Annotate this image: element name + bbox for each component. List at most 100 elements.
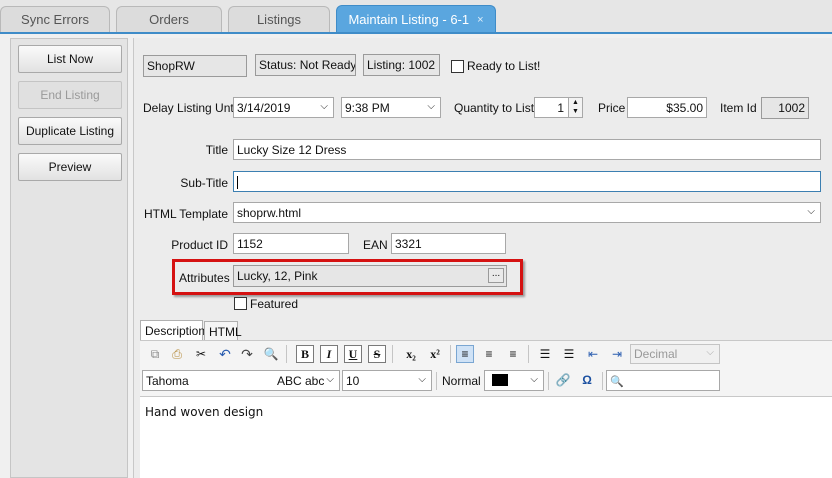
chevron-down-icon: ⌵ xyxy=(320,101,328,112)
tab-listings[interactable]: Listings xyxy=(228,6,330,32)
text-cursor xyxy=(237,176,238,190)
title-label: Title xyxy=(205,143,228,157)
outdent-icon[interactable]: ⇤ xyxy=(584,345,602,363)
description-text: Hand woven design xyxy=(145,405,264,419)
font-family-value: Tahoma xyxy=(146,374,189,388)
editor-toolbar: ⧉ ⎙ ✂ ↶ ↷ 🔍 B I U S x₂ x² ≡ ≡ ≡ ☰ ☰ ⇤ ⇥ … xyxy=(140,340,832,396)
subtitle-input[interactable] xyxy=(233,171,821,192)
italic-icon[interactable]: I xyxy=(320,345,338,363)
description-editor[interactable]: Hand woven design xyxy=(140,396,832,478)
delay-date-value: 3/14/2019 xyxy=(237,101,291,115)
tab-html[interactable]: HTML xyxy=(204,321,242,341)
numbered-list-icon[interactable]: ☰ xyxy=(560,345,578,363)
copy-icon[interactable]: ⧉ xyxy=(146,345,164,363)
tab-maintain-listing[interactable]: Maintain Listing - 6-1 × xyxy=(336,5,496,33)
tab-label: Maintain Listing - 6-1 xyxy=(348,12,470,27)
spin-down-icon[interactable]: ▼ xyxy=(569,107,582,116)
toolbar-separator xyxy=(548,372,549,390)
chevron-down-icon: ⌵ xyxy=(530,374,538,385)
end-listing-button: End Listing xyxy=(18,81,122,109)
search-icon: 🔍 xyxy=(610,376,624,388)
ready-to-list-checkbox[interactable] xyxy=(451,60,464,73)
paste-icon[interactable]: ⎙ xyxy=(168,345,186,363)
ready-to-list-label: Ready to List! xyxy=(467,59,541,73)
attributes-edit-button[interactable]: ... xyxy=(488,268,504,283)
ean-input[interactable]: 3321 xyxy=(391,233,506,254)
tab-bar: Sync Errors Orders Listings Maintain Lis… xyxy=(0,0,832,34)
subtitle-label: Sub-Title xyxy=(180,176,228,190)
title-input[interactable]: Lucky Size 12 Dress xyxy=(233,139,821,160)
toolbar-separator xyxy=(286,345,287,363)
underline-icon[interactable]: U xyxy=(344,345,362,363)
find-icon[interactable]: 🔍 xyxy=(262,345,280,363)
toolbar-separator xyxy=(450,345,451,363)
tab-description[interactable]: Description xyxy=(140,320,205,340)
delay-date-picker[interactable]: 3/14/2019 ⌵ xyxy=(233,97,334,118)
close-tab-icon[interactable]: × xyxy=(477,14,483,26)
search-input[interactable]: 🔍 xyxy=(606,370,720,391)
quantity-spinner[interactable]: ▲ ▼ xyxy=(568,98,582,117)
attributes-field[interactable]: Lucky, 12, Pink ... xyxy=(233,265,507,287)
featured-label: Featured xyxy=(250,297,299,311)
cut-icon[interactable]: ✂ xyxy=(192,345,210,363)
html-template-label: HTML Template xyxy=(143,207,228,221)
subscript-icon[interactable]: x₂ xyxy=(402,345,420,363)
price-input[interactable]: $35.00 xyxy=(627,97,707,118)
font-preview: ABC abc xyxy=(277,374,325,388)
quantity-stepper[interactable]: 1 ▲ ▼ xyxy=(534,97,583,118)
chevron-down-icon: ⌵ xyxy=(807,206,815,217)
color-swatch xyxy=(492,374,508,386)
font-size-select[interactable]: 10 ⌵ xyxy=(342,370,432,391)
text-color-picker[interactable]: ⌵ xyxy=(484,370,544,391)
toolbar-separator xyxy=(392,345,393,363)
list-now-button[interactable]: List Now xyxy=(18,45,122,73)
tab-underline xyxy=(0,32,832,34)
featured-checkbox[interactable] xyxy=(234,297,247,310)
delay-time-picker[interactable]: 9:38 PM ⌵ xyxy=(341,97,441,118)
tab-sync-errors[interactable]: Sync Errors xyxy=(0,6,110,32)
list-format-value: Decimal xyxy=(634,347,678,361)
align-right-icon[interactable]: ≡ xyxy=(504,345,522,363)
attributes-value: Lucky, 12, Pink xyxy=(237,269,318,283)
align-left-icon[interactable]: ≡ xyxy=(456,345,474,363)
font-size-value: 10 xyxy=(346,374,360,388)
align-center-icon[interactable]: ≡ xyxy=(480,345,498,363)
listing-number-field: Listing: 1002 xyxy=(363,54,440,76)
list-format-select: Decimal ⌵ xyxy=(630,344,720,364)
bullet-list-icon[interactable]: ☰ xyxy=(536,345,554,363)
special-character-icon[interactable]: Ω xyxy=(578,371,596,389)
tab-label: Orders xyxy=(149,12,189,27)
quantity-value: 1 xyxy=(557,101,564,115)
redo-icon[interactable]: ↷ xyxy=(238,345,256,363)
chevron-down-icon: ⌵ xyxy=(427,101,435,112)
indent-icon[interactable]: ⇥ xyxy=(608,345,626,363)
duplicate-listing-button[interactable]: Duplicate Listing xyxy=(18,117,122,145)
chevron-down-icon: ⌵ xyxy=(326,374,334,385)
quantity-label: Quantity to List xyxy=(454,101,535,115)
superscript-icon[interactable]: x² xyxy=(426,345,444,363)
item-id-label: Item Id xyxy=(720,101,757,115)
html-template-select[interactable]: shoprw.html ⌵ xyxy=(233,202,821,223)
undo-icon[interactable]: ↶ xyxy=(216,345,234,363)
status-field: Status: Not Ready xyxy=(255,54,356,76)
product-id-input[interactable]: 1152 xyxy=(233,233,349,254)
chevron-down-icon: ⌵ xyxy=(418,374,426,385)
toolbar-separator xyxy=(436,372,437,390)
product-id-label: Product ID xyxy=(171,238,228,252)
attributes-label: Attributes xyxy=(179,271,230,285)
paragraph-style-label: Normal xyxy=(442,374,481,388)
action-sidebar: List Now End Listing Duplicate Listing P… xyxy=(10,38,128,478)
tab-label: Sync Errors xyxy=(21,12,89,27)
store-field: ShopRW xyxy=(143,55,247,77)
font-family-select[interactable]: Tahoma ABC abc ⌵ xyxy=(142,370,340,391)
link-icon[interactable]: 🔗 xyxy=(554,371,572,389)
strikethrough-icon[interactable]: S xyxy=(368,345,386,363)
tab-orders[interactable]: Orders xyxy=(116,6,222,32)
html-template-value: shoprw.html xyxy=(237,206,302,220)
bold-icon[interactable]: B xyxy=(296,345,314,363)
toolbar-separator xyxy=(528,345,529,363)
preview-button[interactable]: Preview xyxy=(18,153,122,181)
price-label: Price xyxy=(598,101,626,115)
tab-label: Listings xyxy=(256,12,302,27)
spin-up-icon[interactable]: ▲ xyxy=(569,98,582,107)
